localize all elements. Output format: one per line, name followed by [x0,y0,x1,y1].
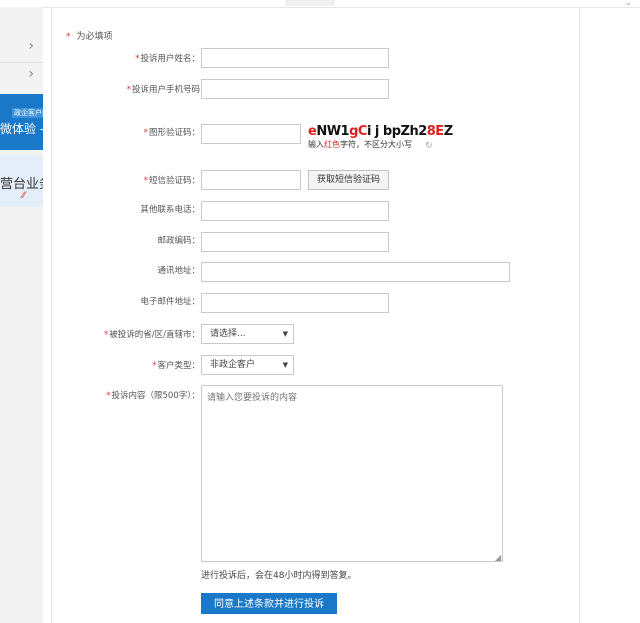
postcode-input[interactable] [201,232,389,252]
address-input[interactable] [201,262,510,282]
label-postcode: 邮政编码： [157,236,200,246]
label-captcha: *图形验证码： [143,128,200,138]
label-province: *被投诉的省/区/直辖市： [104,330,200,340]
customer-type-select[interactable]: 非政企客户 ▼ [201,355,294,375]
get-sms-code-button[interactable]: 获取短信验证码 [308,170,389,190]
name-input[interactable] [201,48,389,68]
refresh-icon[interactable]: ↻ [425,141,433,151]
label-other-phone: 其他联系电话： [140,205,200,215]
complaint-content-textarea[interactable] [201,385,503,562]
dropdown-caret-icon: ▼ [282,330,288,338]
required-star: * [104,330,109,340]
required-note: * 为必填项 [66,29,113,42]
phone-input[interactable] [201,79,389,99]
sidebar-promo-experience[interactable]: 政企客户端 微体验 - [0,94,43,150]
dropdown-caret-icon: ▼ [282,361,288,369]
captcha-input[interactable] [201,124,301,144]
label-content: *投诉内容（限500字）： [106,391,200,401]
chevron-right-icon: › [28,66,34,82]
sms-code-input[interactable] [201,170,301,190]
required-star: * [143,128,148,138]
promo-decoration-icon: ⁄⁄ [22,191,26,201]
captcha-image[interactable]: eNW1gCi j bpZh28EZ 输入红色字符，不区分大小写 [308,122,453,152]
close-icon[interactable]: ⌄ [624,0,632,8]
required-star: * [106,391,111,401]
label-phone: *投诉用户手机号码 [126,85,200,95]
required-star: * [152,361,157,371]
required-star: * [135,54,140,64]
resize-grip-icon[interactable]: ◢ [495,553,501,562]
email-input[interactable] [201,293,389,313]
content-border-left [51,7,52,623]
label-address: 通讯地址： [157,266,200,276]
required-star: * [66,32,71,42]
captcha-hint: 输入红色字符，不区分大小写 [308,140,412,149]
label-sms: *短信验证码： [143,176,200,186]
required-star: * [143,176,148,186]
label-customer-type: *客户类型： [152,361,200,371]
promo-tag: 政企客户端 [12,108,43,118]
required-note-text: 为必填项 [76,32,113,42]
province-select[interactable]: 请选择... ▼ [201,324,294,344]
other-phone-input[interactable] [201,201,389,221]
captcha-code: eNW1gCi j bpZh28EZ [308,124,453,139]
label-name: *投诉用户姓名： [135,54,200,64]
submit-complaint-button[interactable]: 同意上述条款并进行投诉 [201,593,337,614]
top-bar: ⌄ [0,0,640,8]
response-time-note: 进行投诉后，会在48小时内得到答复。 [201,571,357,581]
required-star: * [126,85,131,95]
content-border-right [579,7,580,623]
label-email: 电子邮件地址： [140,297,200,307]
top-bar-tab-fragment [285,0,335,6]
